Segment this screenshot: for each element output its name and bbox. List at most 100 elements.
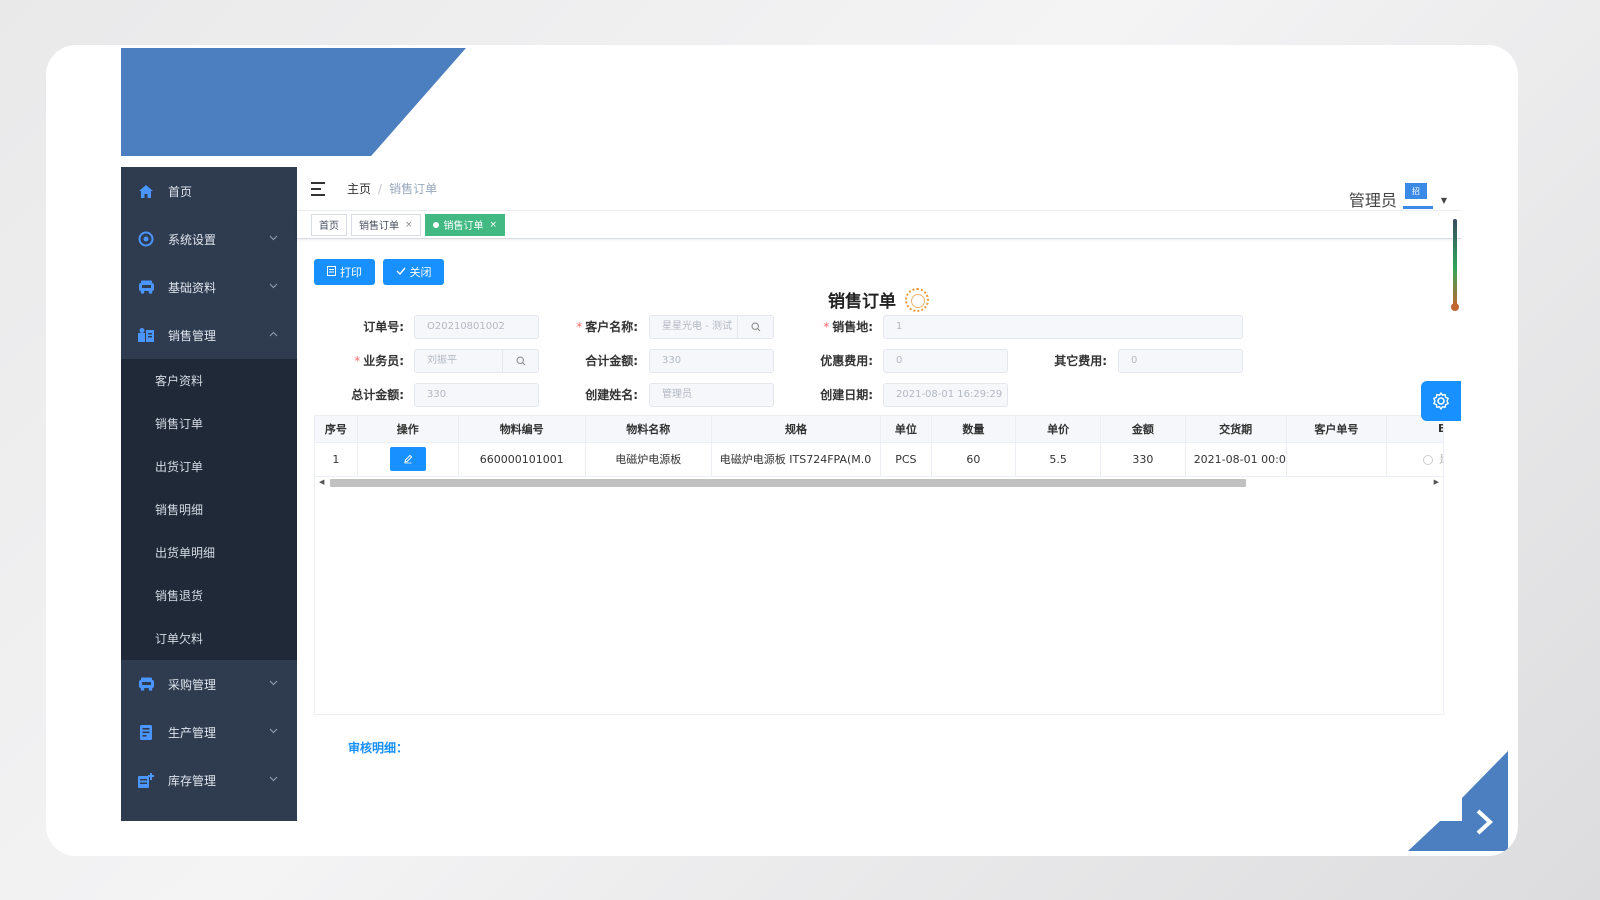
sum-label: 合计金额: bbox=[585, 354, 638, 368]
sidebar-item-home[interactable]: 首页 bbox=[121, 167, 297, 215]
sidebar-item-basic-data[interactable]: 基础资料 bbox=[121, 263, 297, 311]
total-field[interactable]: 330 bbox=[414, 383, 539, 407]
slide-card: 首页 系统设置 基础资料 销售管理 客户资料 销售订单 出货订单 销售明细 出货… bbox=[46, 45, 1518, 856]
sidebar-item-purchase-management[interactable]: 采购管理 bbox=[121, 660, 297, 708]
required-mark: * bbox=[823, 320, 830, 334]
user-name[interactable]: 管理员 bbox=[1349, 191, 1397, 211]
breadcrumb-current: 销售订单 bbox=[389, 182, 438, 196]
sales-place-field[interactable]: 1 bbox=[883, 315, 1243, 339]
sidebar: 首页 系统设置 基础资料 销售管理 客户资料 销售订单 出货订单 销售明细 出货… bbox=[121, 167, 297, 821]
scroll-right-icon[interactable]: ▶ bbox=[1434, 478, 1439, 486]
edit-button[interactable] bbox=[389, 447, 426, 471]
scroll-thumb[interactable] bbox=[330, 479, 1246, 487]
cell-no: 1 bbox=[315, 442, 358, 477]
avatar-flag: 招 bbox=[1404, 183, 1427, 199]
tag-home[interactable]: 首页 bbox=[311, 213, 347, 236]
other-fee-field[interactable]: 0 bbox=[1118, 349, 1243, 373]
sidebar-item-label: 库存管理 bbox=[168, 773, 217, 788]
col-header-qty: 数量 bbox=[931, 416, 1017, 443]
tag-sales-order[interactable]: 销售订单 × bbox=[351, 213, 421, 236]
sidebar-item-system-settings[interactable]: 系统设置 bbox=[121, 215, 297, 263]
creator-field[interactable]: 管理员 bbox=[649, 383, 774, 407]
sidebar-item-sales-management[interactable]: 销售管理 bbox=[121, 311, 297, 359]
horizontal-scrollbar[interactable]: ◀ ▶ bbox=[315, 477, 1443, 489]
caret-down-icon[interactable]: ▼ bbox=[1441, 196, 1447, 205]
cell-material-name: 电磁炉电源板 bbox=[585, 442, 712, 477]
breadcrumb-home[interactable]: 主页 bbox=[347, 180, 371, 197]
close-icon[interactable]: × bbox=[405, 220, 413, 230]
col-header-material-name: 物料名称 bbox=[585, 416, 712, 443]
active-dot-icon bbox=[432, 221, 439, 228]
table-row: 1 660000101001 电磁炉电源板 电磁炉电源板 ITS724FPA(M… bbox=[315, 442, 1443, 477]
submenu-item-sales-order[interactable]: 销售订单 bbox=[121, 402, 297, 445]
sum-field[interactable]: 330 bbox=[649, 349, 774, 373]
create-date-field[interactable]: 2021-08-01 16:29:29 bbox=[883, 383, 1008, 407]
required-mark: * bbox=[576, 320, 583, 334]
sidebar-item-label: 首页 bbox=[168, 184, 193, 199]
col-header-unit: 单位 bbox=[880, 416, 932, 443]
submenu-item-order-shortage[interactable]: 订单欠料 bbox=[121, 617, 297, 660]
settings-float-button[interactable] bbox=[1421, 381, 1461, 421]
customer-search-icon[interactable] bbox=[737, 316, 773, 338]
sidebar-item-label: 系统设置 bbox=[168, 232, 217, 247]
sidebar-item-production-management[interactable]: 生产管理 bbox=[121, 708, 297, 756]
salesman-label-text: 业务员: bbox=[363, 354, 404, 368]
col-header-no: 序号 bbox=[315, 416, 358, 443]
avatar[interactable]: 招 bbox=[1402, 183, 1433, 209]
inventory-icon bbox=[137, 771, 155, 789]
salesman-field[interactable]: 刘振平 bbox=[414, 349, 539, 373]
order-content: 打印 关闭 销售订单 订单号: O20210801002 * 客户名称: 星星光… bbox=[314, 259, 1444, 821]
sidebar-item-label: 基础资料 bbox=[168, 280, 217, 295]
create-date-label: 创建日期: bbox=[820, 388, 873, 402]
submenu-item-shipping-detail[interactable]: 出货单明细 bbox=[121, 531, 297, 574]
salesman-value: 刘振平 bbox=[427, 355, 457, 366]
banner-decoration bbox=[121, 48, 466, 156]
customer-value: 星星光电 - 测试 bbox=[662, 321, 732, 332]
cell-material-code: 660000101001 bbox=[458, 442, 586, 477]
car-icon bbox=[137, 675, 155, 693]
car-icon bbox=[137, 278, 155, 296]
total-label: 总计金额: bbox=[351, 388, 404, 402]
chevron-right-icon bbox=[1476, 809, 1493, 835]
close-icon[interactable]: × bbox=[490, 220, 498, 230]
check-icon bbox=[396, 267, 406, 278]
hamburger-menu-icon[interactable] bbox=[311, 181, 327, 196]
order-no-field[interactable]: O20210801002 bbox=[414, 315, 539, 339]
radio-icon[interactable] bbox=[1423, 455, 1433, 465]
cell-price: 5.5 bbox=[1015, 442, 1101, 477]
cell-bo: 是 bbox=[1386, 442, 1443, 477]
col-header-amount: 金额 bbox=[1100, 416, 1186, 443]
submenu-item-shipping-order[interactable]: 出货订单 bbox=[121, 445, 297, 488]
close-button[interactable]: 关闭 bbox=[383, 259, 444, 285]
vertical-scrollbar[interactable] bbox=[1451, 219, 1459, 311]
tag-label: 销售订单 bbox=[359, 221, 399, 232]
scroll-left-icon[interactable]: ◀ bbox=[319, 478, 324, 486]
submenu-item-sales-return[interactable]: 销售退货 bbox=[121, 574, 297, 617]
navbar: 主页 / 销售订单 管理员 招 ▼ bbox=[297, 167, 1461, 211]
customer-field[interactable]: 星星光电 - 测试 bbox=[649, 315, 774, 339]
tag-sales-order-active[interactable]: 销售订单 × bbox=[424, 213, 506, 236]
app-window: 首页 系统设置 基础资料 销售管理 客户资料 销售订单 出货订单 销售明细 出货… bbox=[121, 167, 1461, 821]
chevron-up-icon bbox=[267, 328, 279, 340]
submenu-item-sales-detail[interactable]: 销售明细 bbox=[121, 488, 297, 531]
creator-label: 创建姓名: bbox=[585, 388, 638, 402]
col-header-material-code: 物料编号 bbox=[458, 416, 586, 443]
chevron-down-icon bbox=[267, 773, 279, 785]
sales-place-label: * 销售地: bbox=[773, 315, 873, 339]
breadcrumb: 主页 / 销售订单 bbox=[347, 180, 437, 197]
discount-field[interactable]: 0 bbox=[883, 349, 1008, 373]
table-header-row: 序号 操作 物料编号 物料名称 规格 单位 数量 单价 金额 交货期 客户单号 bbox=[315, 416, 1443, 443]
print-button-label: 打印 bbox=[340, 267, 362, 279]
sidebar-item-label: 生产管理 bbox=[168, 725, 217, 740]
user-menu[interactable]: 管理员 招 ▼ bbox=[1349, 175, 1447, 211]
main-area: 主页 / 销售订单 管理员 招 ▼ 首页 销售订单 × 销售订单 × 打印 关闭… bbox=[297, 167, 1461, 821]
chevron-down-icon bbox=[267, 725, 279, 737]
print-button[interactable]: 打印 bbox=[314, 259, 375, 285]
submenu-item-customer-info[interactable]: 客户资料 bbox=[121, 359, 297, 402]
cell-delivery: 2021-08-01 00:00 bbox=[1185, 442, 1287, 477]
col-header-price: 单价 bbox=[1015, 416, 1101, 443]
salesman-search-icon[interactable] bbox=[502, 350, 538, 372]
sidebar-item-inventory-management[interactable]: 库存管理 bbox=[121, 756, 297, 804]
discount-label: 优惠费用: bbox=[820, 354, 873, 368]
audit-detail-label: 审核明细： bbox=[348, 741, 409, 755]
